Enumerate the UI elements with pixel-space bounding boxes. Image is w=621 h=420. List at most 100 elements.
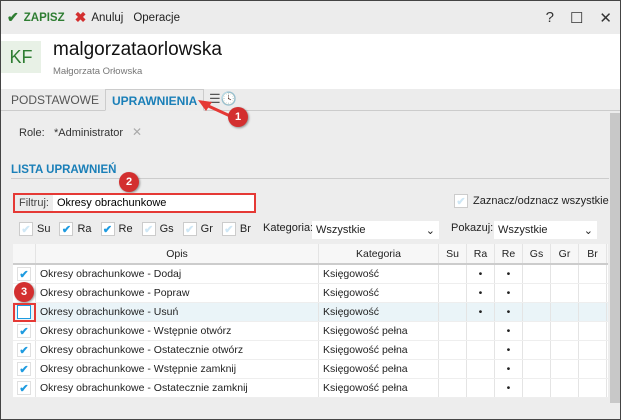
- flag-cell: •: [467, 265, 495, 283]
- column-header[interactable]: Gr: [551, 244, 579, 263]
- category-cell: Księgowość: [319, 284, 439, 302]
- flag-cell: [551, 341, 579, 359]
- flag-cell: [579, 303, 607, 321]
- maximize-button[interactable]: ☐: [570, 9, 583, 27]
- flag-label: Su: [37, 223, 51, 235]
- flag-label: Br: [239, 223, 251, 235]
- flag-filter-su[interactable]: ✔ Su: [19, 222, 50, 236]
- tab-podstawowe[interactable]: PODSTAWOWE: [5, 89, 105, 111]
- check-icon: ✔: [7, 9, 19, 25]
- row-checkbox[interactable]: ✔: [17, 343, 31, 357]
- flag-cell: •: [495, 360, 523, 378]
- filter-input[interactable]: [52, 197, 243, 209]
- role-value: *Administrator: [54, 127, 124, 139]
- table-row[interactable]: ✔ Okresy obrachunkowe - Wstępnie zamknij K…: [13, 360, 608, 379]
- toolbar: ✔ ZAPISZ ✖ Anuluj Operacje: [1, 1, 620, 34]
- checkbox[interactable]: ✔: [141, 222, 156, 236]
- column-header[interactable]: Gs: [523, 244, 551, 263]
- window-controls: ? ☐ ✕: [546, 9, 612, 27]
- flag-cell: [467, 360, 495, 378]
- column-header[interactable]: Ra: [467, 244, 495, 263]
- full-name: Małgorzata Orłowska: [53, 66, 143, 77]
- checkbox[interactable]: ✔: [59, 222, 74, 236]
- row-checkbox[interactable]: ✔: [17, 362, 31, 376]
- checkbox[interactable]: ✔: [182, 222, 197, 236]
- flag-filter-ra[interactable]: ✔ Ra: [59, 222, 92, 236]
- column-header[interactable]: Su: [439, 244, 467, 263]
- table-row[interactable]: ✔ Okresy obrachunkowe - Wstępnie otwórz Ks…: [13, 322, 608, 341]
- checkbox[interactable]: ✔: [100, 222, 115, 236]
- save-button[interactable]: ✔ ZAPISZ: [7, 9, 65, 26]
- flag-cell: •: [495, 303, 523, 321]
- flag-cell: [579, 322, 607, 340]
- operations-menu[interactable]: Operacje: [133, 12, 180, 24]
- table-row[interactable]: Okresy obrachunkowe - Usuń Księgowość • •: [13, 303, 608, 322]
- flag-filter-gs[interactable]: ✔ Gs: [141, 222, 174, 236]
- annotation-badge-2: 2: [119, 172, 139, 192]
- flag-cell: [439, 322, 467, 340]
- row-checkbox-cell: ✔: [13, 379, 36, 397]
- row-checkbox[interactable]: ✔: [17, 381, 31, 395]
- table-row[interactable]: ✔ Okresy obrachunkowe - Dodaj Księgowość • •: [13, 265, 608, 284]
- flag-label: Ra: [77, 223, 92, 235]
- cancel-label: Anuluj: [91, 11, 124, 24]
- tab-uprawnienia[interactable]: UPRAWNIENIA: [105, 89, 205, 111]
- remove-role-icon[interactable]: ✕: [132, 125, 142, 139]
- select-all-checkbox[interactable]: ✔: [454, 194, 468, 208]
- row-checkbox-cell: ✔: [13, 322, 36, 340]
- flag-cell: [523, 341, 551, 359]
- flag-cell: [439, 341, 467, 359]
- filter-label: Filtruj:: [15, 195, 53, 211]
- category-cell: Księgowość pełna: [319, 379, 439, 397]
- annotation-badge-1: 1: [228, 107, 248, 127]
- column-header[interactable]: Br: [579, 244, 607, 263]
- column-header[interactable]: Kategoria: [319, 244, 439, 263]
- table-row[interactable]: ✔Okresy obrachunkowe - PoprawKsięgowość•…: [13, 284, 608, 303]
- column-header[interactable]: Re: [495, 244, 523, 263]
- flag-cell: [579, 360, 607, 378]
- filter-field: Filtruj:: [13, 193, 256, 213]
- flag-cell: [523, 360, 551, 378]
- flag-cell: [551, 379, 579, 397]
- flag-cell: [551, 284, 579, 302]
- checkbox[interactable]: ✔: [19, 222, 33, 236]
- flag-filter-gr[interactable]: ✔ Gr: [182, 222, 213, 236]
- checkbox[interactable]: ✔: [221, 222, 236, 236]
- flag-label: Gr: [200, 223, 213, 235]
- flag-filter-re[interactable]: ✔ Re: [100, 222, 133, 236]
- opis-cell: Okresy obrachunkowe - Popraw: [36, 284, 319, 302]
- flag-cell: [579, 379, 607, 397]
- column-header[interactable]: Opis: [36, 244, 319, 263]
- table-header: Opis Kategoria Su Ra Re Gs Gr Br: [13, 244, 608, 265]
- close-button[interactable]: ✕: [599, 9, 612, 27]
- flag-cell: [467, 322, 495, 340]
- flag-cell: [579, 265, 607, 283]
- flag-cell: •: [467, 303, 495, 321]
- flag-cell: [439, 303, 467, 321]
- table-row[interactable]: ✔ Okresy obrachunkowe - Ostatecznie zamkn…: [13, 379, 608, 398]
- select-all[interactable]: ✔ Zaznacz/odznacz wszystkie: [454, 194, 609, 208]
- flag-cell: •: [495, 322, 523, 340]
- category-cell: Księgowość pełna: [319, 341, 439, 359]
- roles-label: Role:: [19, 127, 45, 139]
- flag-filter-br[interactable]: ✔ Br: [221, 222, 251, 236]
- row-checkbox[interactable]: ✔: [17, 267, 31, 281]
- username: malgorzataorlowska: [53, 39, 222, 60]
- show-label: Pokazuj:: [451, 222, 494, 234]
- cancel-button[interactable]: ✖ Anuluj: [75, 9, 124, 26]
- flag-cell: [523, 322, 551, 340]
- flag-cell: [551, 360, 579, 378]
- opis-cell: Okresy obrachunkowe - Ostatecznie zamkni…: [36, 379, 319, 397]
- row-checkbox[interactable]: ✔: [17, 324, 31, 338]
- flag-cell: [439, 284, 467, 302]
- table-row[interactable]: ✔ Okresy obrachunkowe - Ostatecznie otwór…: [13, 341, 608, 360]
- opis-cell: Okresy obrachunkowe - Dodaj: [36, 265, 319, 283]
- category-select[interactable]: Wszystkie ⌄: [312, 221, 439, 239]
- scrollbar[interactable]: [610, 113, 620, 403]
- flag-cell: [523, 284, 551, 302]
- opis-cell: Okresy obrachunkowe - Usuń: [36, 303, 319, 321]
- help-button[interactable]: ?: [546, 9, 554, 27]
- show-select[interactable]: Wszystkie ⌄: [494, 221, 597, 239]
- flag-cell: [523, 303, 551, 321]
- close-x-icon: ✖: [74, 9, 87, 25]
